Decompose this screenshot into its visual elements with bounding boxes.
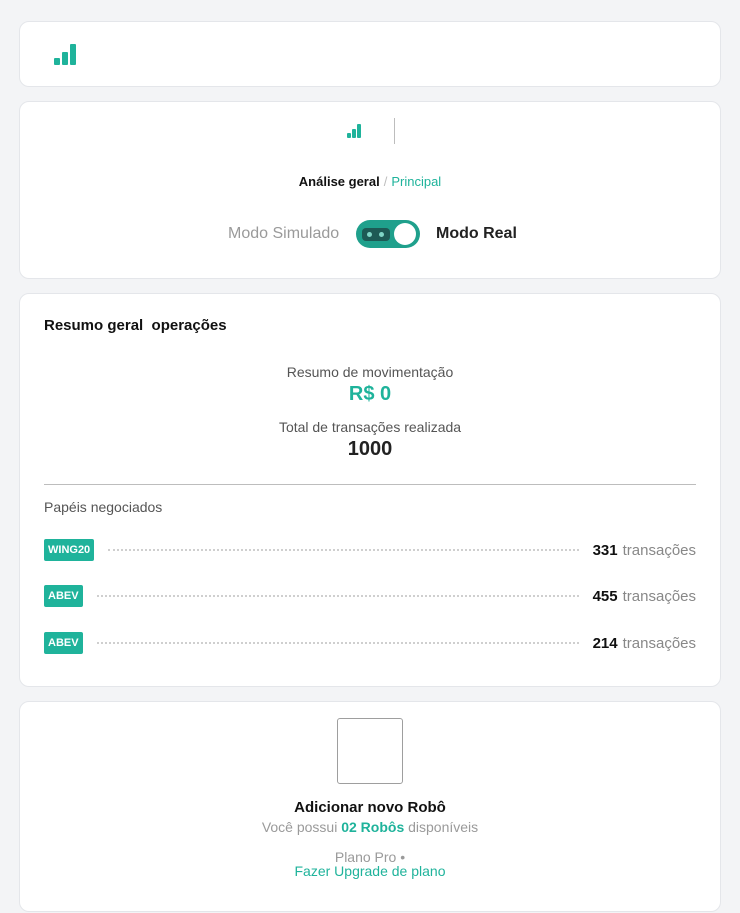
robot-face-icon bbox=[362, 228, 390, 241]
add-robot-button[interactable] bbox=[337, 718, 403, 784]
paper-transaction-unit: transações bbox=[622, 587, 696, 605]
paper-transaction-count: 214 bbox=[592, 634, 618, 652]
mode-toggle[interactable] bbox=[356, 220, 420, 248]
breadcrumb-separator: / bbox=[383, 174, 388, 189]
movement-value: R$ 0 bbox=[348, 383, 392, 405]
mode-simulated-label[interactable]: Modo Simulado bbox=[228, 225, 339, 243]
breadcrumb-link-principal[interactable]: Principal bbox=[391, 174, 441, 189]
mode-switcher: Modo Simulado Modo Real bbox=[20, 220, 720, 250]
paper-transaction-count: 455 bbox=[592, 587, 618, 605]
summary-title: Resumo geral operações bbox=[44, 317, 227, 334]
signal-bars-icon bbox=[347, 124, 362, 138]
summary-card: Resumo geral operações Resumo de movimen… bbox=[19, 293, 721, 687]
ticker-badge[interactable]: ABEV bbox=[44, 632, 83, 654]
transactions-label: Total de transações realizada bbox=[278, 419, 462, 435]
robots-available-text: Você possui 02 Robôs disponíveis bbox=[20, 819, 720, 835]
paper-transaction-unit: transações bbox=[622, 541, 696, 559]
divider bbox=[44, 484, 696, 485]
ticker-badge[interactable]: WING20 bbox=[44, 539, 95, 561]
robots-available-prefix: Você possui bbox=[261, 819, 338, 835]
movement-label: Resumo de movimentação bbox=[286, 364, 454, 380]
page-header: Análise geral / Principal Modo Simulado Mo… bbox=[19, 101, 721, 279]
toggle-knob[interactable] bbox=[394, 223, 416, 245]
breadcrumb-current: Análise geral bbox=[298, 174, 380, 189]
dotted-leader bbox=[96, 595, 579, 597]
breadcrumb: Análise geral / Principal bbox=[20, 174, 720, 189]
papers-title: Papéis negociados bbox=[44, 499, 163, 515]
paper-row: ABEV 214 transações bbox=[44, 631, 696, 655]
mode-real-label[interactable]: Modo Real bbox=[436, 225, 517, 243]
paper-row: ABEV 455 transações bbox=[44, 584, 696, 608]
paper-transaction-count: 331 bbox=[592, 541, 618, 559]
add-robot-title: Adicionar novo Robô bbox=[294, 799, 446, 816]
add-robot-card: Adicionar novo Robô Você possui 02 Robôs… bbox=[19, 701, 721, 912]
paper-row: WING20 331 transações bbox=[44, 538, 696, 562]
dotted-leader bbox=[108, 549, 579, 551]
dotted-leader bbox=[96, 642, 579, 644]
upgrade-plan-link[interactable]: Fazer Upgrade de plano bbox=[20, 863, 720, 879]
transactions-value: 1000 bbox=[347, 438, 393, 460]
paper-transaction-unit: transações bbox=[622, 634, 696, 652]
vertical-divider bbox=[394, 118, 395, 144]
robots-available-count: 02 Robôs bbox=[341, 819, 405, 835]
signal-bars-icon[interactable] bbox=[54, 43, 76, 65]
robots-available-suffix: disponíveis bbox=[408, 819, 479, 835]
top-bar bbox=[19, 21, 721, 87]
ticker-badge[interactable]: ABEV bbox=[44, 585, 83, 607]
